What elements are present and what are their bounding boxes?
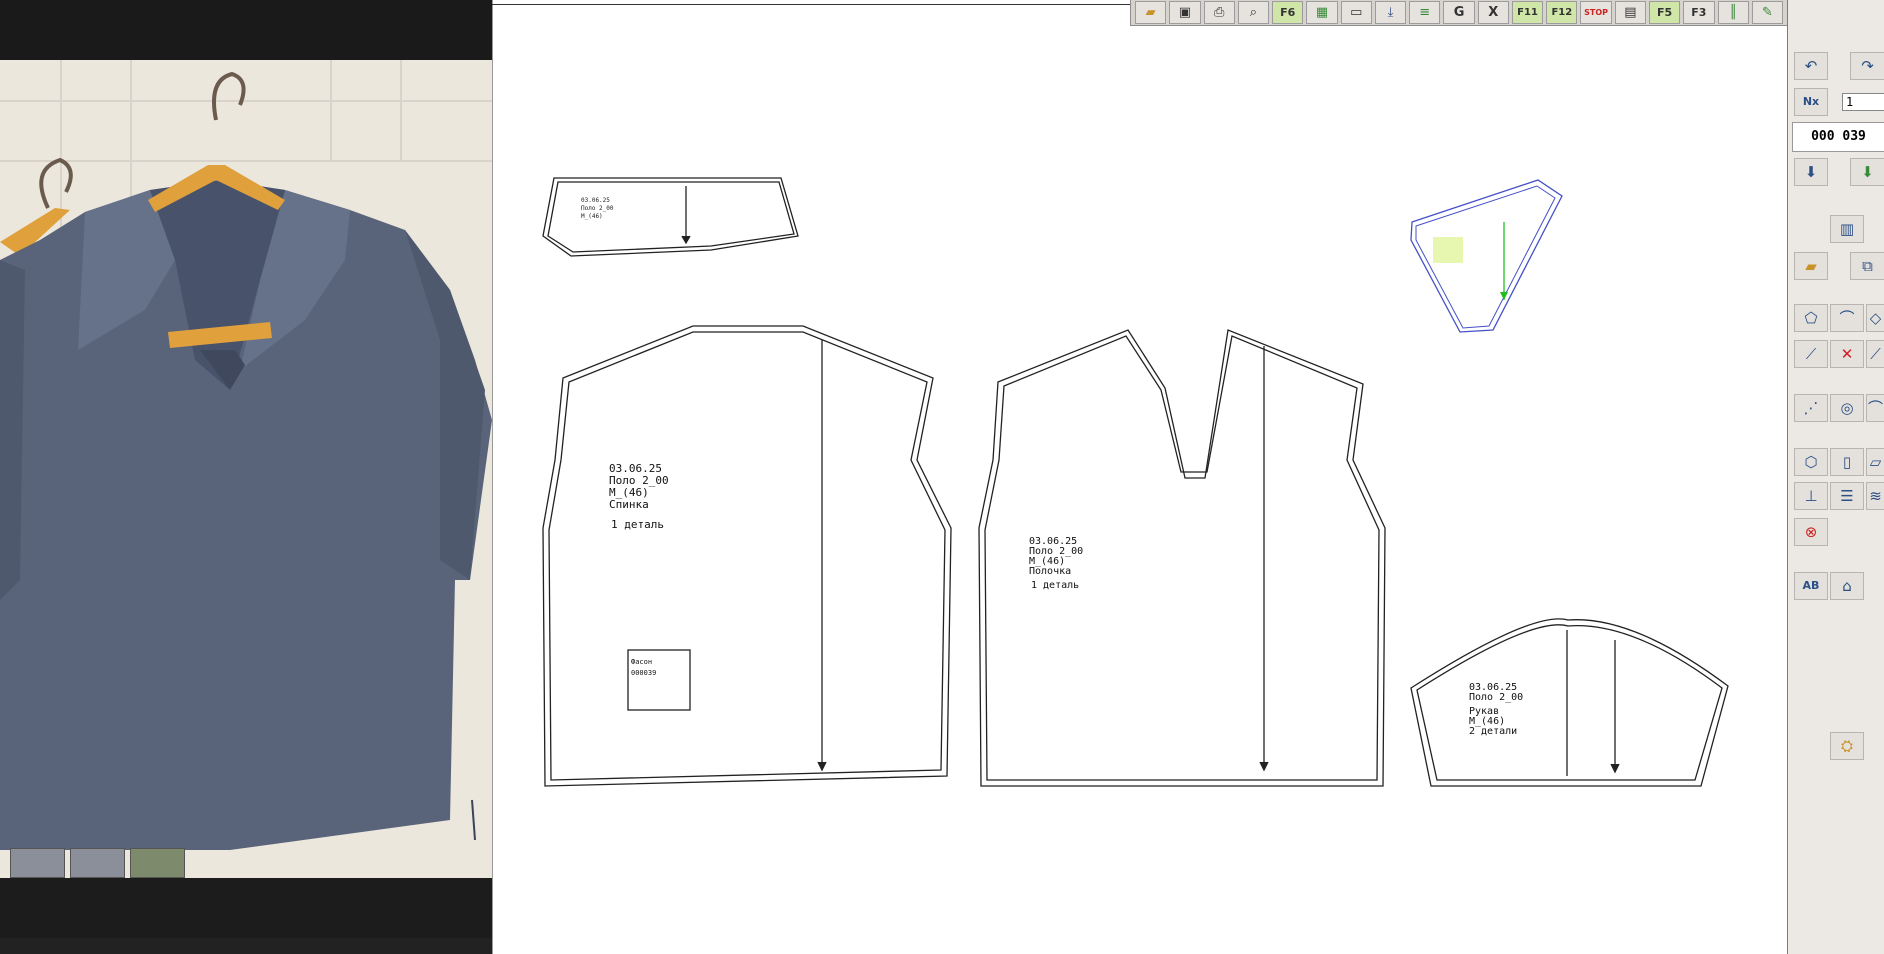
collar-label-date: 03.06.25 (581, 197, 610, 204)
curve-corner-icon[interactable]: ⌒ (1830, 304, 1864, 332)
back-label-count: 1 деталь (611, 518, 664, 531)
label-box-style: Фасон (631, 658, 652, 666)
ruler-icon[interactable]: ▤ (1614, 1, 1646, 24)
fold-icon[interactable]: ▯ (1830, 448, 1864, 476)
f12-icon[interactable]: F12 (1546, 1, 1578, 24)
diagonal-icon[interactable]: ⟋ (1866, 340, 1884, 368)
undo-icon[interactable]: ↶ (1794, 52, 1828, 80)
f6-icon[interactable]: F6 (1272, 1, 1304, 24)
stop-icon[interactable]: STOP (1580, 1, 1612, 24)
circle-square-icon[interactable]: ◎ (1830, 394, 1864, 422)
tool-panel: ↶ ↷ Nx 000 039 ⬇ ⬇ ▥ ▰ ⧉ ⬠ ⌒ ◇ ⟋ ✕ ⟋ ⋰ ◎… (1787, 0, 1884, 954)
notch-icon[interactable]: ⊥ (1794, 482, 1828, 510)
piece-tool-icon[interactable]: ⬡ (1794, 448, 1828, 476)
thumbnail[interactable] (70, 848, 125, 878)
thumbnail-strip (10, 848, 200, 878)
pleat-icon[interactable]: ≋ (1866, 482, 1884, 510)
pattern-canvas[interactable]: 03.06.25 Поло 2_00 М_(46) 03.06.25 Поло … (492, 0, 1787, 954)
zoom-icon[interactable]: ⌕ (1237, 1, 1270, 24)
photo-viewer (0, 0, 492, 954)
x-icon[interactable]: X (1477, 1, 1509, 24)
save-icon[interactable]: ▣ (1169, 1, 1201, 24)
viewer-status-bar (0, 938, 492, 954)
thumbnail[interactable] (130, 848, 185, 878)
line-tool-icon[interactable]: ⟋ (1794, 340, 1828, 368)
pattern-drawing: 03.06.25 Поло 2_00 М_(46) 03.06.25 Поло … (542, 177, 1729, 787)
collar-label-model: Поло 2_00 (581, 205, 614, 212)
f11-icon[interactable]: F11 (1511, 1, 1544, 24)
top-toolbar: ▰ ▣ ⎙ ⌕ F6 ▦ ▭ ⤓ ≡ G X F11 F12 STOP ▤ F5… (1130, 0, 1787, 26)
label-box-code: 000039 (631, 669, 656, 677)
piece-copy-icon[interactable]: ⧉ (1850, 252, 1884, 280)
shape-icon[interactable]: ◇ (1866, 304, 1884, 332)
columns-icon[interactable]: ║ (1717, 1, 1749, 24)
measure-icon[interactable]: ▭ (1340, 1, 1372, 24)
points-icon[interactable]: ⋰ (1794, 394, 1828, 422)
cutting-machine-icon[interactable]: ⛭ (1830, 732, 1864, 760)
download-icon[interactable]: ⤓ (1374, 1, 1407, 24)
pen-icon[interactable]: ✎ (1751, 1, 1784, 24)
arrow-down-icon[interactable]: ⬇ (1794, 158, 1828, 186)
yoke-piece (1410, 179, 1563, 333)
cut-piece-icon[interactable]: ▱ (1866, 448, 1884, 476)
f3-icon[interactable]: F3 (1683, 1, 1715, 24)
back-piece (542, 325, 952, 787)
green-arrow-down-icon[interactable]: ⬇ (1850, 158, 1884, 186)
garment-photo[interactable] (0, 60, 492, 878)
layers-icon[interactable]: ▦ (1306, 1, 1338, 24)
back-label-piece: Спинка (609, 498, 649, 511)
canvas-top-edge (492, 4, 1132, 5)
delete-point-icon[interactable]: ⊗ (1794, 518, 1828, 546)
open-folder-icon[interactable]: ▰ (1135, 1, 1167, 24)
text-tool-icon[interactable]: AB (1794, 572, 1828, 600)
print-icon[interactable]: ⎙ (1203, 1, 1235, 24)
sleeve-label-count: 2 детали (1469, 726, 1517, 737)
arc-icon[interactable]: ⌒ (1866, 394, 1884, 422)
redo-icon[interactable]: ↷ (1850, 52, 1884, 80)
piece-label-icon[interactable]: ⌂ (1830, 572, 1864, 600)
f5-icon[interactable]: F5 (1648, 1, 1681, 24)
g-icon[interactable]: G (1443, 1, 1475, 24)
cabinet-icon[interactable]: ▥ (1830, 215, 1864, 243)
sleeve-piece (1410, 618, 1729, 787)
nx-repeat-icon[interactable]: Nx (1794, 88, 1828, 116)
cross-icon[interactable]: ✕ (1830, 340, 1864, 368)
repeat-count-input[interactable] (1842, 93, 1884, 111)
sleeve-label-model: Поло 2_00 (1469, 692, 1523, 703)
viewer-footer (0, 878, 492, 954)
polygon-icon[interactable]: ⬠ (1794, 304, 1828, 332)
open-file-icon[interactable]: ▰ (1794, 252, 1828, 280)
front-label-count: 1 деталь (1031, 580, 1079, 591)
front-label-piece: Полочка (1029, 566, 1071, 577)
piece-counter: 000 039 (1792, 122, 1884, 152)
thumbnail[interactable] (10, 848, 65, 878)
seam-allowance-icon[interactable]: ☰ (1830, 482, 1864, 510)
level-icon[interactable]: ≡ (1409, 1, 1441, 24)
collar-label-size: М_(46) (581, 213, 603, 220)
garment-illustration (0, 71, 492, 850)
